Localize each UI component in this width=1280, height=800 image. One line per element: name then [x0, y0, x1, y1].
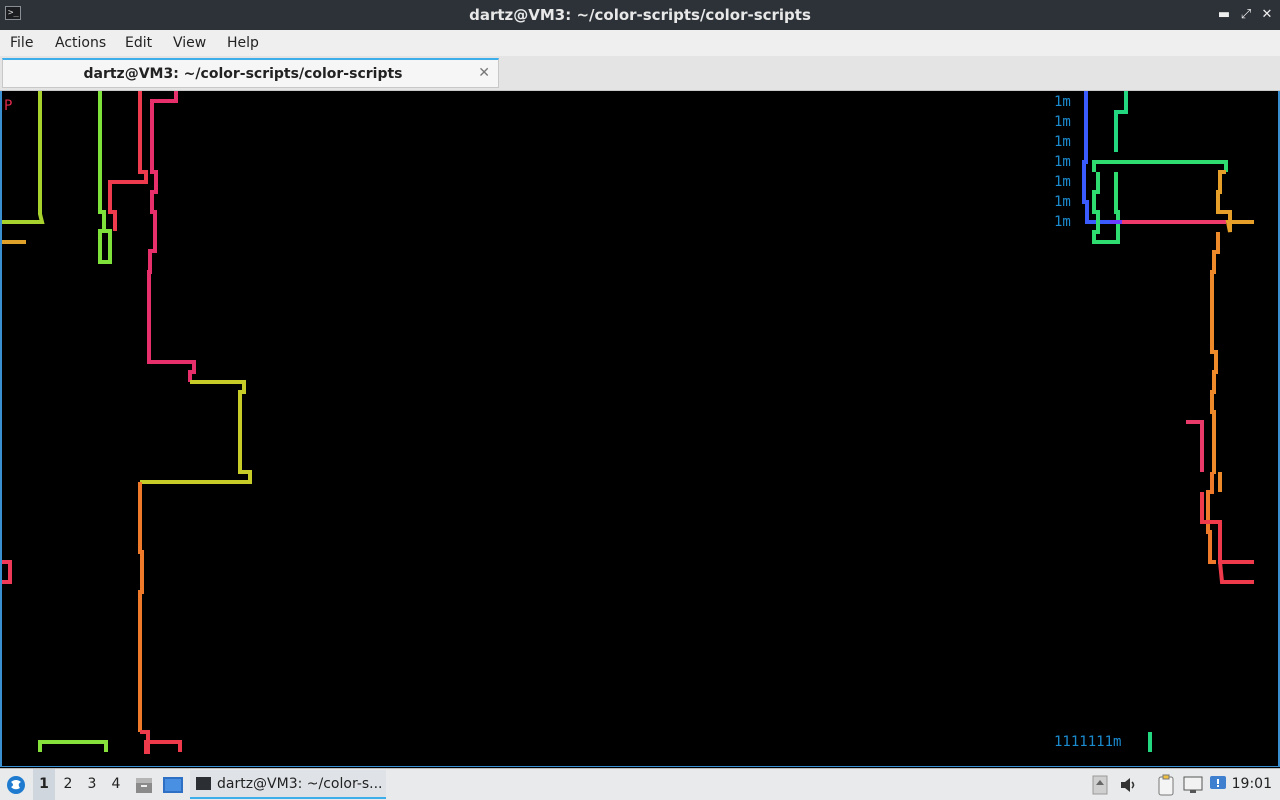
terminal-view[interactable]: P 1m 1m 1m 1m 1m 1m 1m 1111111m [0, 91, 1280, 767]
terminal-line: 1m [1054, 194, 1071, 210]
pipe [1082, 91, 1110, 224]
terminal-line: 1m [1054, 114, 1071, 130]
taskbar-task-terminal[interactable]: dartz@VM3: ~/color-s... [190, 770, 386, 799]
pipe [1092, 172, 1120, 244]
menu-help[interactable]: Help [227, 30, 259, 56]
workspace-3[interactable]: 3 [81, 769, 103, 800]
pipe [108, 91, 148, 231]
pipes-animation [2, 91, 1254, 754]
menu-edit[interactable]: Edit [125, 30, 152, 56]
pipe [140, 380, 252, 484]
pipe [138, 482, 144, 732]
workspace-2[interactable]: 2 [57, 769, 79, 800]
pipe [1092, 160, 1228, 172]
network-icon[interactable] [1182, 774, 1204, 796]
pipe [1186, 420, 1204, 472]
taskbar: 1 2 3 4 dartz@VM3: ~/color-s... 19:01 [0, 768, 1280, 800]
menu-view[interactable]: View [173, 30, 206, 56]
pipe [1114, 91, 1128, 152]
pipe [1210, 232, 1220, 474]
pipe [1206, 472, 1216, 564]
top-left-glyph: P [4, 98, 13, 114]
terminal-bottom-line: 1111111m [1054, 734, 1122, 750]
task-label: dartz@VM3: ~/color-s... [217, 776, 383, 792]
workspace-1[interactable]: 1 [33, 769, 55, 800]
pipe [98, 91, 112, 264]
close-icon[interactable]: ✕ [1259, 7, 1275, 23]
terminal-line: 1m [1054, 174, 1071, 190]
terminal-line: 1m [1054, 94, 1071, 110]
window-title: dartz@VM3: ~/color-scripts/color-scripts [469, 6, 811, 24]
clock[interactable]: 19:01 [1232, 769, 1272, 800]
pipe [147, 91, 196, 382]
terminal-line: 1m [1054, 214, 1071, 230]
pipe [2, 560, 12, 584]
terminal-line: 1m [1054, 134, 1071, 150]
scroll-up-icon[interactable] [1092, 775, 1108, 795]
menu-actions[interactable]: Actions [55, 30, 106, 56]
workspace-4[interactable]: 4 [105, 769, 127, 800]
tab-bar: dartz@VM3: ~/color-scripts/color-scripts… [0, 56, 1280, 91]
show-desktop-icon[interactable] [162, 775, 184, 795]
terminal-line: 1m [1054, 154, 1071, 170]
tab-terminal[interactable]: dartz@VM3: ~/color-scripts/color-scripts… [2, 58, 499, 88]
pipe [38, 740, 108, 752]
terminal-icon [196, 777, 211, 790]
pipe [140, 730, 182, 754]
pipe [1218, 561, 1254, 584]
update-notifier-icon[interactable] [1208, 774, 1228, 794]
clipboard-icon[interactable] [1156, 774, 1176, 796]
file-manager-icon[interactable] [134, 775, 154, 795]
volume-icon[interactable] [1118, 775, 1138, 795]
maximize-icon[interactable]: ⤢ [1238, 7, 1254, 23]
tab-close-icon[interactable]: ✕ [478, 65, 490, 81]
distro-logo-icon[interactable] [6, 775, 26, 795]
minimize-icon[interactable]: ▬ [1216, 7, 1232, 23]
menu-file[interactable]: File [10, 30, 33, 56]
menu-bar: File Actions Edit View Help [0, 30, 1280, 56]
tab-label[interactable]: dartz@VM3: ~/color-scripts/color-scripts [3, 60, 483, 88]
window-titlebar[interactable]: >_ dartz@VM3: ~/color-scripts/color-scri… [0, 0, 1280, 30]
